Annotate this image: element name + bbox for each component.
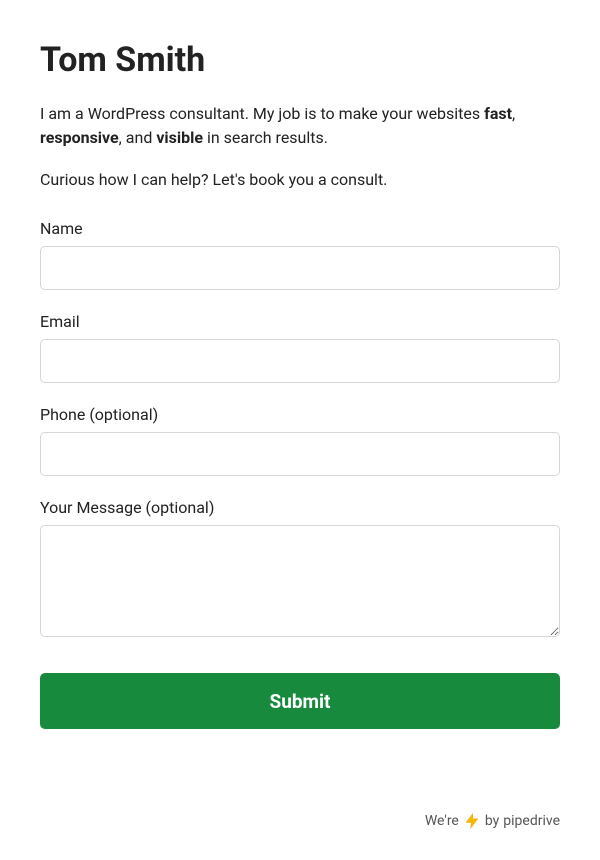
form-group-name: Name (40, 219, 560, 290)
name-input[interactable] (40, 246, 560, 290)
intro-text: I am a WordPress consultant. My job is t… (40, 102, 560, 150)
form-group-email: Email (40, 312, 560, 383)
intro-bold-visible: visible (156, 128, 203, 147)
email-label: Email (40, 312, 560, 331)
intro-suffix: in search results. (203, 128, 328, 147)
footer: We're by pipedrive (425, 812, 560, 830)
phone-input[interactable] (40, 432, 560, 476)
phone-label: Phone (optional) (40, 405, 560, 424)
cta-text: Curious how I can help? Let's book you a… (40, 170, 560, 189)
footer-suffix: by (485, 813, 499, 829)
intro-bold-fast: fast (484, 104, 512, 123)
footer-prefix: We're (425, 813, 459, 829)
intro-prefix: I am a WordPress consultant. My job is t… (40, 104, 484, 123)
intro-sep1: , (512, 104, 515, 123)
intro-bold-responsive: responsive (40, 128, 119, 147)
name-label: Name (40, 219, 560, 238)
message-label: Your Message (optional) (40, 498, 560, 517)
page-title: Tom Smith (40, 40, 560, 80)
email-input[interactable] (40, 339, 560, 383)
form-group-message: Your Message (optional) (40, 498, 560, 641)
footer-brand: pipedrive (503, 813, 560, 829)
form-group-phone: Phone (optional) (40, 405, 560, 476)
submit-button[interactable]: Submit (40, 673, 560, 729)
intro-sep2: , and (119, 128, 157, 147)
bolt-icon (463, 812, 481, 830)
message-textarea[interactable] (40, 525, 560, 637)
